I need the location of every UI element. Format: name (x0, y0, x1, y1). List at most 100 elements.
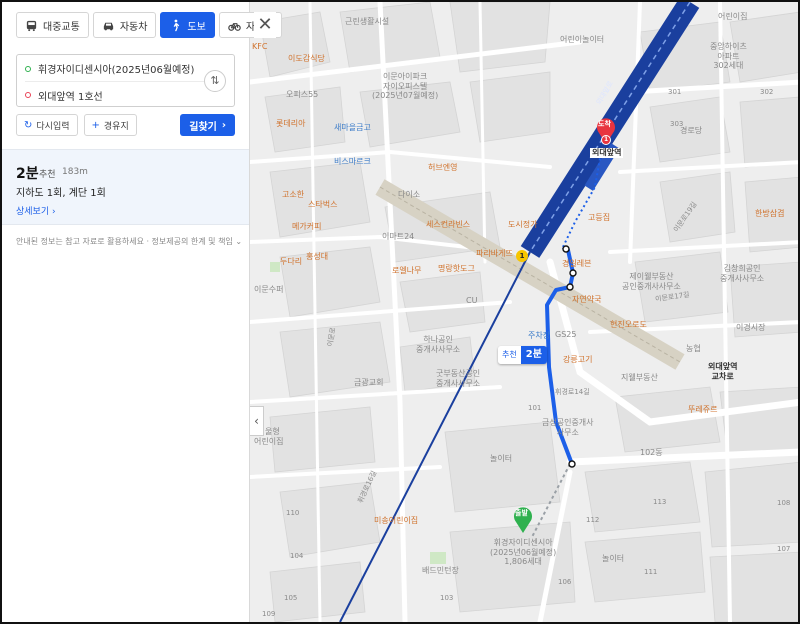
tab-walk-label: 도보 (187, 21, 206, 33)
bus-icon (26, 20, 37, 31)
building-number: 101 (528, 404, 542, 412)
map-label-l29: 이경시장 (736, 323, 766, 332)
map-label-l13: 다이소 (398, 190, 421, 199)
map-label-l02: 어린이놀이터 (560, 35, 605, 44)
directions-panel: 대중교통 자동차 도보 자전거 휘경자이디센시아(2025년06월예정) (2, 2, 283, 622)
destination-value: 외대앞역 1호선 (38, 91, 103, 103)
disclaimer-text[interactable]: 안내된 정보는 참고 자료로 활용하세요 · 정보제공의 한계 및 책임 ⌄ (16, 236, 242, 247)
detail-link[interactable]: 상세보기 › (16, 204, 56, 217)
find-route-button[interactable]: 길찾기 › (180, 114, 235, 136)
map-label-l18: 고등집 (588, 213, 611, 222)
swap-icon[interactable]: ⇅ (204, 70, 226, 92)
map-label-l19: 한방삼겹 (755, 209, 785, 218)
map-label-l07: 이문아이파크 자이오피스텔 (2025년07월예정) (372, 72, 439, 101)
building-number: 109 (262, 610, 276, 618)
result-time: 2분 (16, 166, 39, 182)
map-label-l51: 홍성대 (306, 252, 329, 261)
map-label-l28: GS25 (555, 330, 577, 339)
reset-label: 다시입력 (36, 121, 70, 132)
add-waypoint-button[interactable]: + 경유지 (83, 114, 137, 136)
walk-icon (174, 19, 180, 31)
map-view[interactable]: 근린생활시설 어린이놀이터 어린이집 중앙하이츠 아파트 302세대 경로당 이… (250, 2, 798, 622)
building-number: 113 (653, 498, 667, 506)
map-label-l32: 금광교회 (354, 378, 384, 387)
tab-public-transit-label: 대중교통 (43, 21, 80, 33)
refresh-icon: ↻ (24, 119, 33, 131)
car-icon (103, 22, 113, 30)
tab-car-label: 자동차 (119, 21, 148, 33)
find-label: 길찾기 (189, 121, 217, 133)
destination-dot-icon (25, 92, 31, 98)
map-label-l34: 농협 (686, 344, 701, 353)
map-label-l50: 경일레븐 (562, 259, 592, 268)
map-label-l44: 미송어린이집 (374, 516, 419, 525)
route-badge-time: 2분 (520, 346, 547, 364)
transport-mode-tabs: 대중교통 자동차 도보 자전거 (16, 12, 283, 38)
map-label-l25: CU (466, 296, 478, 305)
result-steps: 지하도 1회, 계단 1회 (16, 188, 106, 199)
route-actions: ↻ 다시입력 + 경유지 길찾기 › (16, 114, 235, 136)
subway-line-1-badge[interactable]: 1 (516, 250, 528, 262)
map-label-l35: 지웰부동산 (621, 373, 658, 382)
map-label-l30: 하나공인 중개사사무소 (416, 335, 461, 354)
close-icon[interactable]: ✕ (254, 12, 276, 38)
map-label-l04: 중앙하이츠 아파트 302세대 (710, 42, 747, 71)
tab-car[interactable]: 자동차 (92, 12, 157, 38)
destination-pin-number: 1 (604, 136, 609, 143)
bicycle-icon (228, 22, 241, 31)
map-label-l39: 놀이터 (490, 454, 513, 463)
map-label-l47: 고소한 (282, 190, 305, 199)
map-label-l53: 주차장 (528, 331, 551, 340)
building-number: 302 (760, 88, 774, 96)
map-label-l10: 새마을금고 (334, 123, 371, 132)
map-label-l12: 허브엔영 (428, 163, 458, 172)
plus-icon: + (91, 119, 100, 131)
map-label-l43: 놀이터 (602, 554, 625, 563)
building-number: 110 (286, 509, 300, 517)
map-label-l22: 이마트24 (382, 232, 415, 241)
building-number: 107 (777, 545, 791, 553)
map-label-l40: 102동 (640, 448, 663, 457)
building-number: 303 (670, 120, 684, 128)
destination-pin-label: 도착 (598, 120, 611, 128)
road-label-r4: 휘경로14길 (555, 388, 590, 396)
tab-walk[interactable]: 도보 (160, 12, 215, 38)
map-label-l49: 이문수퍼 (254, 285, 284, 294)
map-label-l17: 도시정가 (508, 220, 538, 229)
map-label-l52: KFC (252, 42, 268, 51)
route-result-card[interactable]: 2분 추천 183m 지하도 1회, 계단 1회 상세보기 › (2, 149, 249, 225)
map-label-l03: 어린이집 (718, 12, 748, 21)
tab-public-transit[interactable]: 대중교통 (16, 12, 89, 38)
window-frame: 대중교통 자동차 도보 자전거 휘경자이디센시아(2025년06월예정) (0, 0, 800, 624)
route-badge-recommended: 추천 (498, 346, 521, 364)
building-number: 106 (558, 578, 572, 586)
reset-button[interactable]: ↻ 다시입력 (16, 114, 78, 136)
collapse-panel-button[interactable]: ‹ (250, 406, 264, 436)
destination-field[interactable]: 외대앞역 1호선 (25, 82, 205, 108)
station-name-label[interactable]: 외대앞역 (590, 148, 624, 158)
building-number: 108 (777, 499, 791, 507)
map-label-l08: 오피스55 (286, 90, 319, 99)
map-label-l38: 금성공인중개사 사무소 (542, 418, 594, 437)
map-label-l46: 현진오로도 (610, 320, 647, 329)
map-label-l36: 외대앞역 교차로 (708, 362, 738, 381)
map-label-l42: 배드민턴장 (422, 566, 459, 575)
origin-field[interactable]: 휘경자이디센시아(2025년06월예정) (25, 56, 207, 82)
map-label-l24: 명랑핫도그 (438, 264, 475, 273)
map-label-l26: 파리바게뜨 (476, 249, 513, 258)
map-label-l06: 이도감식당 (288, 54, 325, 63)
result-distance: 183m (62, 167, 88, 177)
map-label-l14: 스타벅스 (308, 200, 338, 209)
origin-pin[interactable]: 출발 (512, 504, 534, 534)
origin-value: 휘경자이디센시아(2025년06월예정) (38, 65, 195, 76)
chevron-right-icon: › (221, 119, 226, 131)
destination-pin[interactable]: 도착 1 (595, 115, 617, 145)
building-number: 104 (290, 552, 304, 560)
map-label-l33: 강릉고기 (563, 355, 593, 364)
building-number: 111 (644, 568, 658, 576)
route-time-badge[interactable]: 추천 2분 (498, 346, 547, 364)
map-label-l01: 근린생활시설 (345, 17, 390, 26)
map-label-l41: 휘경자이디센시아 (2025년06월예정) 1,806세대 (490, 538, 557, 567)
waypoint-label: 경유지 (103, 121, 129, 132)
map-label-l23: 로엘나무 (392, 266, 422, 275)
